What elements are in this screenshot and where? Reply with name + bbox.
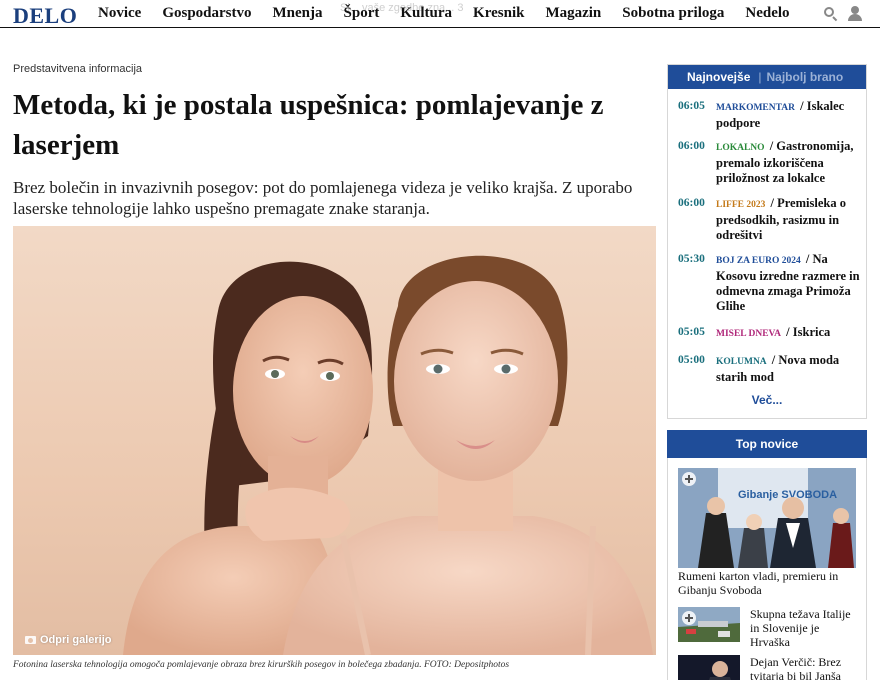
tab-separator: | [758,70,762,84]
nav-item-sport[interactable]: Šport [344,5,380,22]
top-news-box: Gibanje SVOBODA Rumeni karton vladi, pre… [667,458,867,680]
latest-news-item[interactable]: 05:05 MISEL DNEVA / Iskrica [678,325,863,342]
news-category: LIFFE 2023 [716,200,766,210]
open-gallery-label: Odpri galerijo [40,634,112,646]
nav-item-kultura[interactable]: Kultura [400,5,452,22]
top-news-title[interactable]: Dejan Verčič: Brez tvitarja bi bil Janša [750,655,860,680]
nav-item-kresnik[interactable]: Kresnik [473,5,524,22]
nav-item-gospodarstvo[interactable]: Gospodarstvo [162,5,251,22]
search-icon[interactable] [823,6,838,22]
news-category: LOKALNO [716,143,765,153]
latest-tabs: Najnovejše | Najbolj brano [668,65,866,89]
two-women-portrait-illustration [123,255,653,655]
news-headline: LOKALNO / Gastronomija, premalo izkorišč… [716,139,854,185]
tab-najbolj-brano[interactable]: Najbolj brano [767,70,844,84]
open-gallery-button[interactable]: Odpri galerijo [25,634,112,646]
article-lead: Brez bolečin in invazivnih posegov: pot … [13,178,633,218]
nav-item-sobotna-priloga[interactable]: Sobotna priloga [622,5,724,22]
camera-icon [25,636,36,644]
news-headline: LIFFE 2023 / Premisleka o predsodkih, ra… [716,196,846,242]
news-category: KOLUMNA [716,357,767,367]
latest-news-box: Najnovejše | Najbolj brano 06:05 MARKOME… [667,64,867,419]
nav-item-nedelo[interactable]: Nedelo [745,5,789,22]
news-time: 06:05 [678,100,705,112]
nav-item-novice[interactable]: Novice [98,5,141,22]
man-portrait-illustration [678,655,740,680]
top-news-header: Top novice [667,430,867,458]
news-time: 06:00 [678,197,705,209]
article-hero-photo[interactable]: Odpri galerijo [13,226,656,655]
top-news-thumbnail[interactable] [678,655,740,680]
nav-item-magazin[interactable]: Magazin [545,5,601,22]
top-news-title[interactable]: Skupna težava Italije in Slovenije je Hr… [750,607,860,649]
plus-icon [682,611,696,625]
latest-news-item[interactable]: 06:00 LIFFE 2023 / Premisleka o predsodk… [678,196,863,243]
news-time: 05:05 [678,326,705,338]
latest-news-item[interactable]: 05:30 BOJ ZA EURO 2024 / Na Kosovu izred… [678,252,863,314]
news-time: 05:30 [678,253,705,265]
nav-item-mnenja[interactable]: Mnenja [273,5,323,22]
latest-news-item[interactable]: 06:05 MARKOMENTAR / Iskalec podpore [678,99,863,131]
article-title: Metoda, ki je postala uspešnica: pomlaje… [13,89,604,161]
news-headline: MARKOMENTAR / Iskalec podpore [716,99,845,130]
delo-logo[interactable]: DELO [13,3,77,29]
top-news-thumbnail[interactable] [678,607,740,642]
news-category: MISEL DNEVA [716,329,782,339]
news-headline: MISEL DNEVA / Iskrica [716,325,831,339]
news-headline: KOLUMNA / Nova moda starih mod [716,353,840,384]
latest-news-item[interactable]: 05:00 KOLUMNA / Nova moda starih mod [678,353,863,385]
press-conference-illustration: Gibanje SVOBODA [678,468,856,568]
plus-icon [682,472,696,486]
news-time: 06:00 [678,140,705,152]
news-title: Iskrica [792,325,831,339]
news-category: BOJ ZA EURO 2024 [716,256,801,266]
top-news-photo[interactable]: Gibanje SVOBODA [678,468,856,568]
more-news-link[interactable]: Več... [668,393,866,407]
user-icon[interactable] [848,6,862,21]
news-time: 05:00 [678,354,705,366]
header-icons [823,6,862,22]
top-navigation-bar: DELO Sl... vaše zgodbe zna... 3 Novice G… [0,0,880,28]
news-headline: BOJ ZA EURO 2024 / Na Kosovu izredne raz… [716,252,860,313]
sponsored-label: Predstavitvena informacija [13,63,143,75]
top-news-title[interactable]: Rumeni karton vladi, premieru in Gibanju… [678,569,858,597]
main-menu: Novice Gospodarstvo Mnenja Šport Kultura… [98,5,811,22]
photo-caption: Fotonina laserska tehnologija omogoča po… [13,660,510,670]
tab-najnovejse[interactable]: Najnovejše [687,70,750,84]
latest-news-item[interactable]: 06:00 LOKALNO / Gastronomija, premalo iz… [678,139,863,186]
news-category: MARKOMENTAR [716,103,795,113]
